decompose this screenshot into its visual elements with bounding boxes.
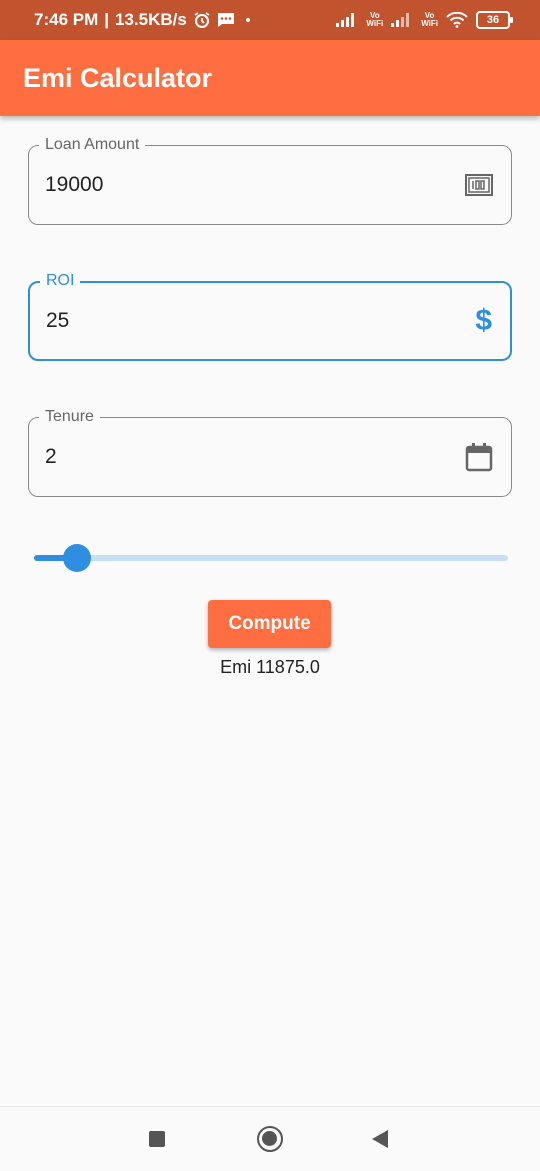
status-right: Vo WiFi Vo WiFi 36	[336, 11, 513, 29]
roi-value[interactable]: 25	[46, 283, 69, 359]
recents-icon[interactable]	[149, 1131, 165, 1147]
vowifi-bottom-text: WiFi	[366, 19, 384, 28]
signal-icon	[336, 13, 358, 27]
status-bar: 7:46 PM | 13.5KB/s Vo WiFi Vo WiFi 36	[0, 0, 540, 40]
slider-thumb[interactable]	[62, 544, 91, 572]
navigation-bar	[0, 1106, 540, 1171]
status-speed: 13.5KB/s	[115, 10, 187, 29]
status-time: 7:46 PM	[34, 10, 99, 29]
home-icon[interactable]	[257, 1126, 283, 1152]
app-bar: Emi Calculator	[0, 40, 540, 116]
vowifi-badge: Vo WiFi	[366, 12, 383, 28]
message-icon	[217, 12, 235, 28]
tenure-slider[interactable]	[34, 543, 508, 573]
loan-amount-value[interactable]: 19000	[45, 146, 103, 224]
roi-field[interactable]: ROI 25 $	[28, 271, 512, 361]
vowifi-badge-2: Vo WiFi	[421, 12, 438, 28]
status-separator: |	[104, 10, 110, 29]
vowifi-bottom-text-2: WiFi	[421, 19, 438, 28]
loan-amount-field[interactable]: Loan Amount 19000	[28, 135, 512, 225]
emi-result: Emi 11875.0	[220, 657, 320, 677]
signal-icon-2	[391, 13, 413, 27]
notification-dot-icon	[241, 13, 255, 27]
status-left: 7:46 PM | 13.5KB/s	[34, 10, 255, 30]
back-icon[interactable]	[372, 1130, 388, 1148]
wifi-icon	[446, 12, 468, 28]
app-title: Emi Calculator	[23, 62, 213, 93]
slider-track[interactable]	[34, 555, 508, 561]
tenure-field[interactable]: Tenure 2	[28, 407, 512, 497]
tenure-value[interactable]: 2	[45, 418, 57, 496]
money-icon	[465, 146, 493, 224]
calendar-icon	[465, 418, 493, 496]
battery-icon: 36	[476, 11, 513, 29]
compute-button[interactable]: Compute	[208, 600, 331, 648]
alarm-icon	[193, 11, 211, 29]
dollar-icon: $	[475, 304, 492, 337]
